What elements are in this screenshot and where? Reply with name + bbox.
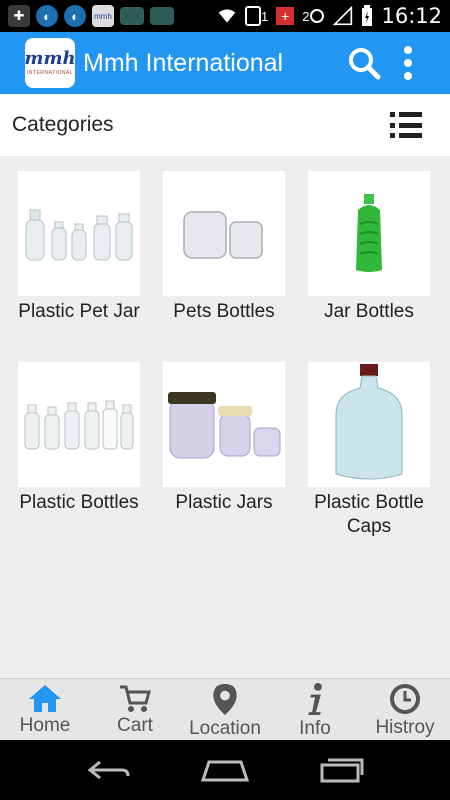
category-label: Plastic Jars <box>175 492 273 513</box>
nav-label: Location <box>189 718 261 739</box>
list-view-row <box>390 122 422 128</box>
app-actions <box>344 43 450 83</box>
globe-icon: ◐ <box>36 5 58 27</box>
wifi-icon <box>218 9 236 23</box>
category-label: Plastic Bottle Caps <box>314 492 424 537</box>
category-tile[interactable]: Plastic Bottles <box>18 362 140 539</box>
plus-icon: ✚ <box>8 5 30 27</box>
more-vert-dot <box>404 59 412 67</box>
app-icon: mmh <box>92 5 114 27</box>
screen-icon <box>150 7 174 25</box>
clock: 16:12 <box>381 4 442 28</box>
category-tile[interactable]: Plastic Jars <box>163 362 285 539</box>
nav-label: Histroy <box>375 717 435 738</box>
sim2-icon: 2 <box>302 6 325 26</box>
pet-jar-bottles-image <box>18 171 140 296</box>
category-grid-container: Plastic Pet Jar Pets Bottles Jar Bottles… <box>0 156 450 678</box>
nav-label: Info <box>299 718 331 739</box>
category-tile[interactable]: Jar Bottles <box>308 171 430 324</box>
search-icon <box>349 48 381 80</box>
list-view-row <box>390 133 422 138</box>
nav-location[interactable]: Location <box>180 679 270 740</box>
globe-icon: ◐ <box>64 5 86 27</box>
notification-icons: ✚ ◐ ◐ mmh <box>8 5 174 27</box>
category-tile[interactable]: Pets Bottles <box>163 171 285 324</box>
sim1-icon: 1 <box>245 6 268 26</box>
nav-home[interactable]: Home <box>0 679 90 740</box>
screen-icon <box>120 7 144 25</box>
info-icon <box>308 683 322 716</box>
app-bar: mmh INTERNATIONAL Mmh International <box>0 32 450 94</box>
jars-image <box>163 171 285 296</box>
category-grid: Plastic Pet Jar Pets Bottles Jar Bottles… <box>18 171 430 539</box>
list-view-icon <box>390 112 422 117</box>
logo-mark: mmh <box>24 48 76 69</box>
system-navigation-bar <box>0 740 450 800</box>
capped-jars-image <box>163 362 285 487</box>
location-pin-icon <box>213 683 237 716</box>
green-bottle-image <box>308 171 430 296</box>
category-label: Jar Bottles <box>324 301 414 322</box>
app-title: Mmh International <box>83 48 284 77</box>
nav-cart[interactable]: Cart <box>90 679 180 740</box>
history-clock-icon <box>390 684 420 714</box>
search-button[interactable] <box>344 43 384 83</box>
large-bottle-image <box>308 362 430 487</box>
nav-history[interactable]: Histroy <box>360 679 450 740</box>
clear-bottles-image <box>18 362 140 487</box>
section-title: Categories <box>12 113 114 136</box>
system-status: 1 + 2 16:12 <box>217 4 442 28</box>
more-vert-dot <box>404 72 412 80</box>
home-system-button[interactable] <box>200 758 249 782</box>
sim1-label: 1 <box>261 8 269 24</box>
category-tile[interactable]: Plastic Bottle Caps <box>308 362 430 539</box>
app-logo: mmh INTERNATIONAL <box>24 38 76 88</box>
back-button[interactable] <box>86 758 130 782</box>
battery-icon <box>362 5 373 26</box>
nav-info[interactable]: Info <box>270 679 360 740</box>
signal-icon <box>333 6 353 26</box>
list-view-button[interactable] <box>390 110 422 140</box>
bottom-navigation: Home Cart Location Info Histroy <box>0 678 450 740</box>
more-vert-icon <box>404 46 412 54</box>
alert-icon: + <box>276 7 295 25</box>
category-label: Pets Bottles <box>173 301 275 322</box>
sim2-label: 2 <box>302 8 310 24</box>
nav-label: Home <box>19 715 71 736</box>
more-options-button[interactable] <box>398 43 418 83</box>
categories-header: Categories <box>0 94 450 156</box>
recent-apps-button[interactable] <box>320 757 364 783</box>
nav-label: Cart <box>117 715 153 736</box>
category-label: Plastic Bottles <box>19 492 139 513</box>
status-bar: ✚ ◐ ◐ mmh 1 + 2 16:12 <box>0 0 450 32</box>
logo-subtext: INTERNATIONAL <box>26 70 74 76</box>
category-tile[interactable]: Plastic Pet Jar <box>18 171 140 324</box>
home-icon <box>29 685 61 712</box>
category-label: Plastic Pet Jar <box>18 301 140 322</box>
cart-icon <box>120 685 151 712</box>
